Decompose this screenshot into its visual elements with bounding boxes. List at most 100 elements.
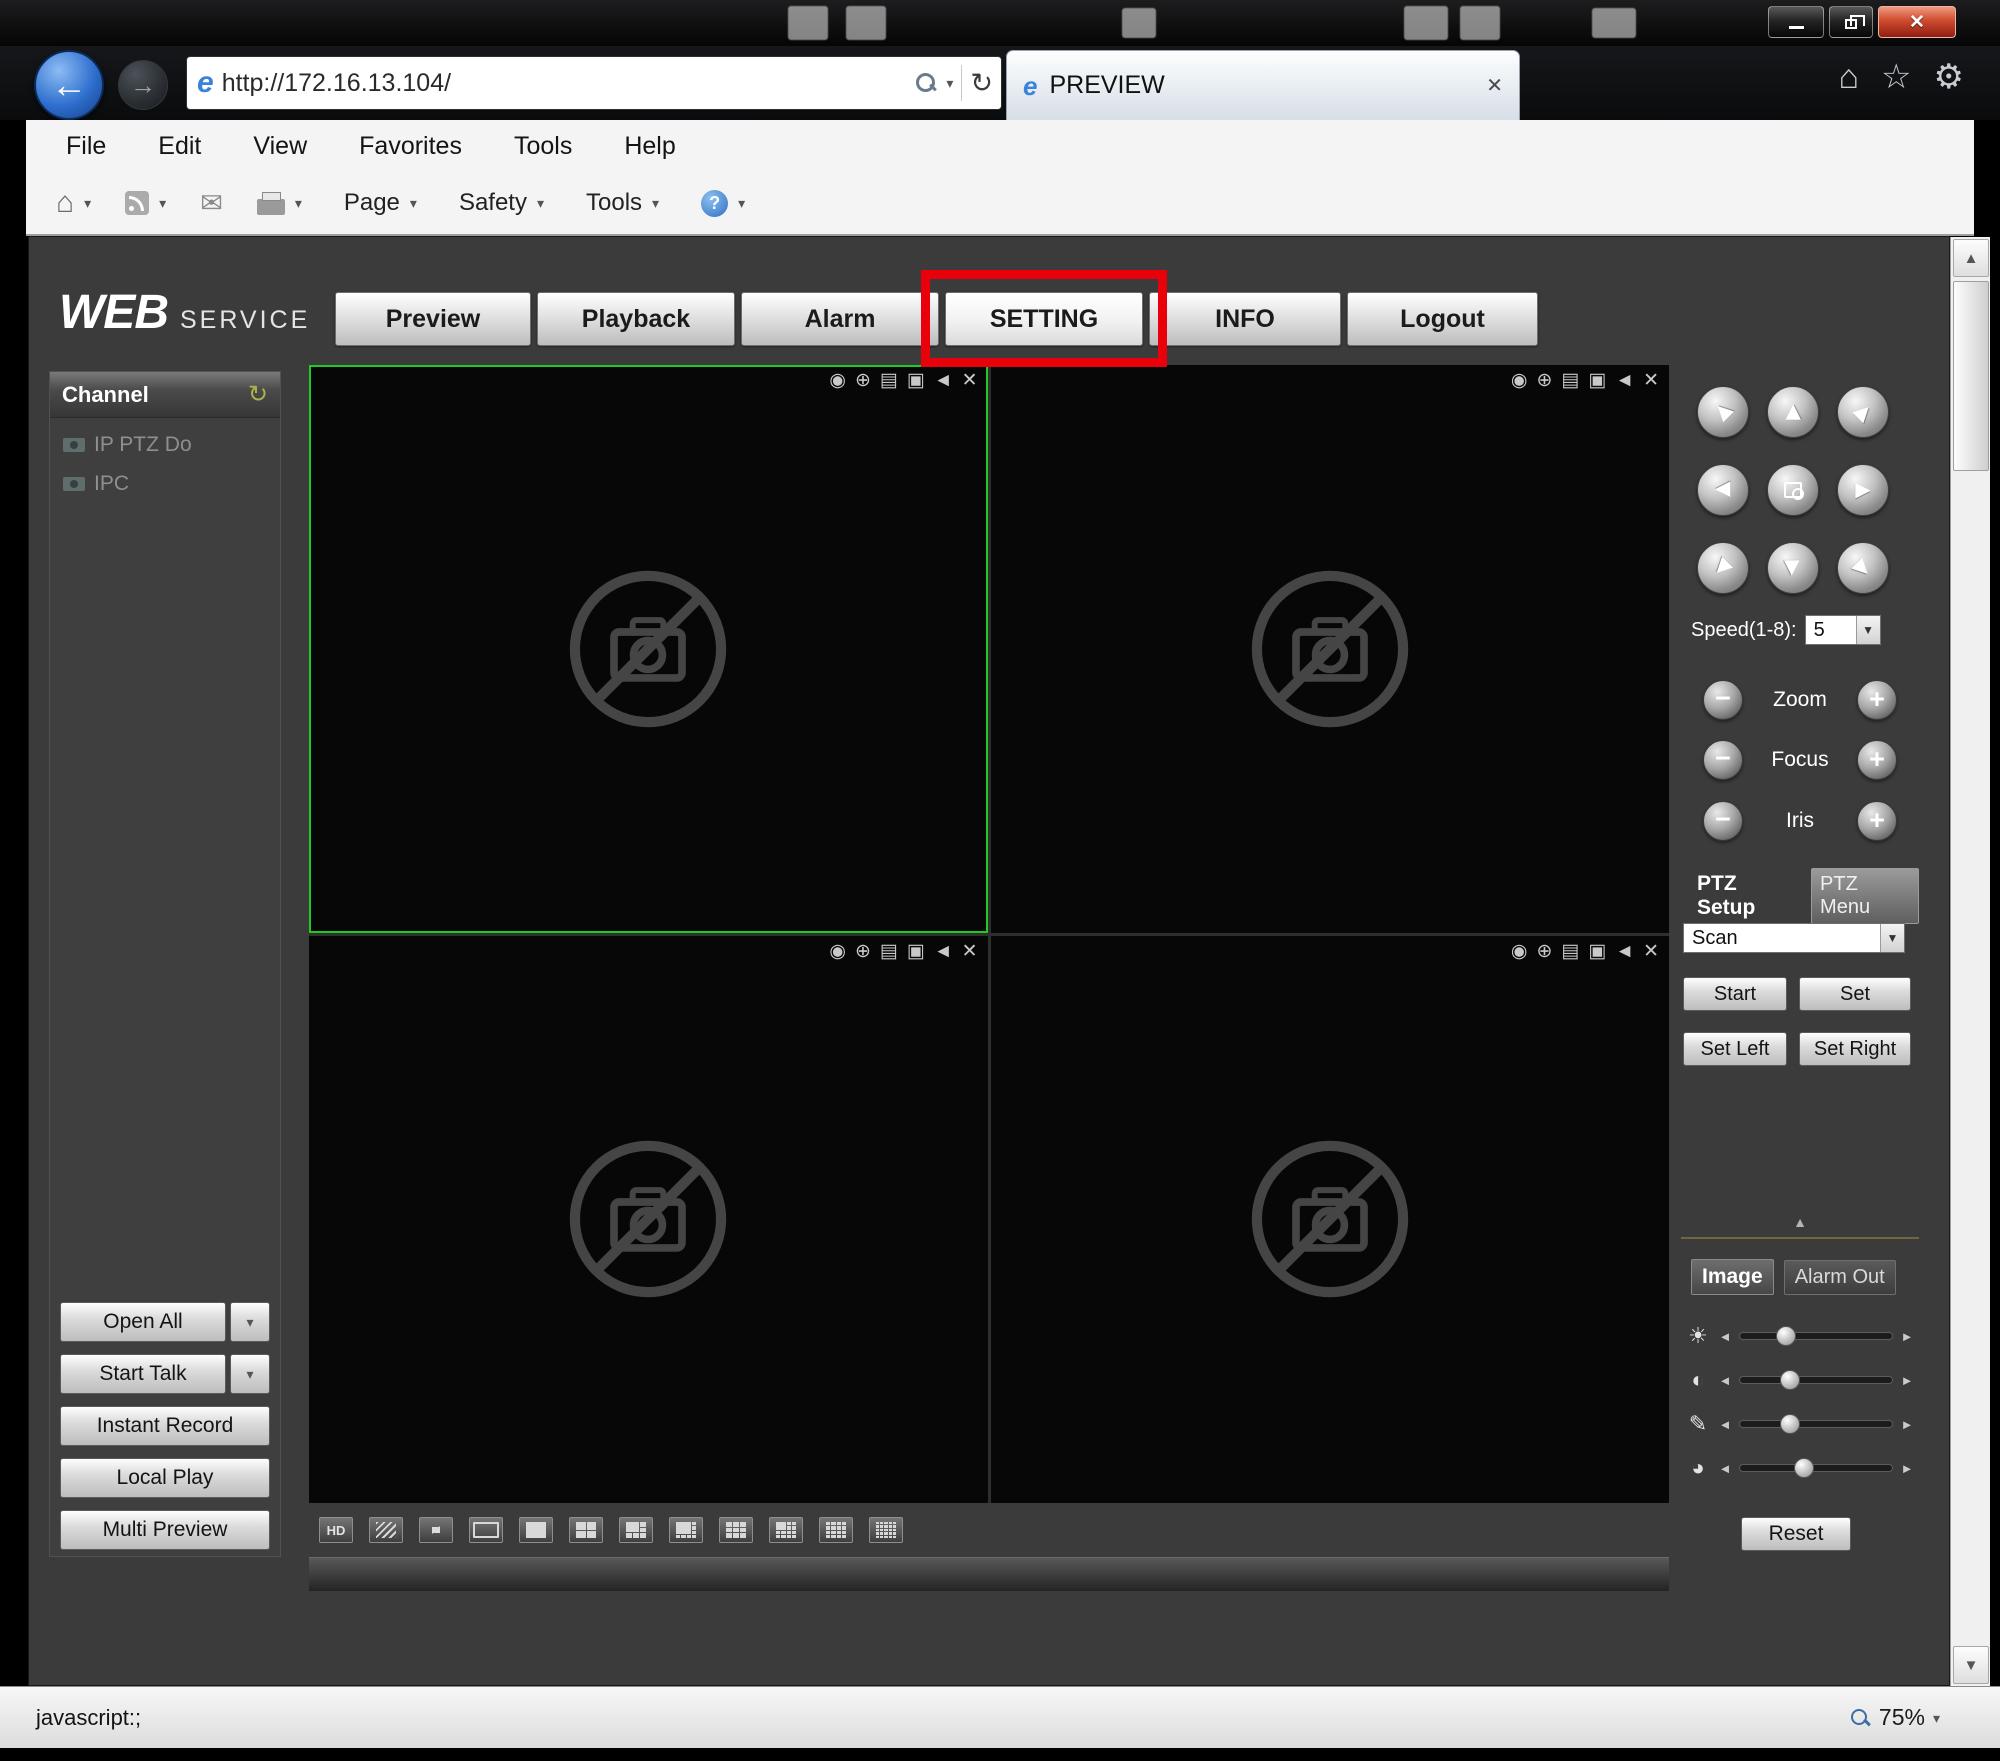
channel-item-ip-ptz[interactable]: IP PTZ Do [50, 433, 280, 457]
help-icon[interactable]: ? [701, 190, 728, 217]
video-cell-4[interactable]: ◉⊕▤▣◄✕ [991, 936, 1670, 1504]
menu-favorites[interactable]: Favorites [333, 132, 488, 161]
slider-thumb[interactable] [1780, 1414, 1800, 1434]
record-icon[interactable]: ▤ [1561, 942, 1579, 961]
ptz-down-right-button[interactable]: ▶ [1837, 542, 1889, 594]
aspect-ratio-button[interactable] [469, 1517, 503, 1543]
safety-dropdown-icon[interactable] [537, 196, 544, 210]
eye-icon[interactable]: ◉ [1511, 371, 1528, 390]
stream-switch-button[interactable] [369, 1517, 403, 1543]
ptz-right-button[interactable]: ▶ [1837, 464, 1889, 516]
window-titlebar[interactable]: ✕ [0, 0, 2000, 46]
increase-icon[interactable] [1899, 1418, 1915, 1431]
minimize-button[interactable] [1768, 6, 1824, 38]
print-icon[interactable] [257, 199, 285, 215]
refresh-channels-icon[interactable]: ↻ [248, 380, 268, 409]
set-button[interactable]: Set [1799, 977, 1911, 1011]
close-window-button[interactable]: ✕ [1878, 6, 1956, 38]
ptz-area-scan-button[interactable] [1767, 464, 1819, 516]
ptz-down-left-button[interactable]: ▶ [1697, 542, 1749, 594]
tab-ptz-setup[interactable]: PTZ Setup [1691, 868, 1803, 924]
ptz-up-right-button[interactable]: ▶ [1837, 386, 1889, 438]
audio-icon[interactable]: ◄ [934, 942, 953, 961]
contrast-slider[interactable] [1739, 1376, 1893, 1384]
start-talk-button[interactable]: Start Talk [60, 1354, 226, 1394]
tab-ptz-menu[interactable]: PTZ Menu [1811, 868, 1919, 924]
forward-button[interactable]: → [118, 60, 168, 110]
video-cell-2[interactable]: ◉⊕▤▣◄✕ [991, 365, 1670, 933]
open-all-button[interactable]: Open All [60, 1302, 226, 1342]
split-13-button[interactable] [769, 1517, 803, 1543]
eye-icon[interactable]: ◉ [829, 942, 846, 961]
digital-zoom-icon[interactable]: ⊕ [855, 371, 871, 390]
ptz-left-button[interactable]: ▶ [1697, 464, 1749, 516]
video-cell-3[interactable]: ◉⊕▤▣◄✕ [309, 936, 988, 1504]
tools-dropdown-icon[interactable] [652, 196, 659, 210]
quality-hd-button[interactable]: HD [319, 1517, 353, 1543]
brightness-slider[interactable] [1739, 1332, 1893, 1340]
iris-minus-button[interactable] [1703, 801, 1743, 841]
page-dropdown-icon[interactable] [410, 196, 417, 210]
scrollbar-thumb[interactable] [1953, 281, 1989, 471]
menu-tools[interactable]: Tools [488, 132, 598, 161]
split-9-button[interactable] [719, 1517, 753, 1543]
tab-playback[interactable]: Playback [537, 292, 735, 346]
multi-preview-button[interactable]: Multi Preview [60, 1510, 270, 1550]
decrease-icon[interactable] [1717, 1418, 1733, 1431]
help-dropdown-icon[interactable] [738, 196, 745, 210]
set-right-button[interactable]: Set Right [1799, 1032, 1911, 1066]
close-icon[interactable]: ✕ [1643, 371, 1659, 390]
tab-setting[interactable]: SETTING [945, 292, 1143, 346]
favorites-icon[interactable]: ☆ [1881, 60, 1911, 94]
increase-icon[interactable] [1899, 1374, 1915, 1387]
digital-zoom-icon[interactable]: ⊕ [1536, 371, 1552, 390]
refresh-icon[interactable]: ↻ [970, 70, 993, 97]
close-icon[interactable]: ✕ [1643, 942, 1659, 961]
tab-alarm[interactable]: Alarm [741, 292, 939, 346]
split-1-button[interactable] [519, 1517, 553, 1543]
snapshot-icon[interactable]: ▣ [907, 371, 925, 390]
zoom-control[interactable]: 75% [1849, 1704, 1940, 1731]
snapshot-icon[interactable]: ▣ [1588, 371, 1606, 390]
split-6-button[interactable] [619, 1517, 653, 1543]
instant-record-button[interactable]: Instant Record [60, 1406, 270, 1446]
tab-alarm-out[interactable]: Alarm Out [1784, 1260, 1896, 1295]
scroll-up-icon[interactable]: ▲ [1953, 239, 1989, 277]
settings-gear-icon[interactable]: ⚙ [1934, 60, 1964, 94]
tab-logout[interactable]: Logout [1347, 292, 1538, 346]
audio-icon[interactable]: ◄ [1615, 942, 1634, 961]
back-button[interactable]: ← [34, 50, 104, 120]
home-icon[interactable]: ⌂ [56, 188, 74, 218]
video-cell-1[interactable]: ◉⊕▤▣◄✕ [309, 365, 988, 933]
url-text[interactable]: http://172.16.13.104/ [222, 69, 907, 98]
ptz-down-button[interactable]: ▶ [1767, 542, 1819, 594]
tools-menu[interactable]: Tools [586, 189, 642, 217]
page-menu[interactable]: Page [344, 189, 400, 217]
zoom-dropdown-icon[interactable] [1933, 1711, 1940, 1725]
focus-plus-button[interactable] [1857, 740, 1897, 780]
start-button[interactable]: Start [1683, 977, 1787, 1011]
start-talk-dropdown-button[interactable] [230, 1354, 270, 1394]
scroll-down-icon[interactable]: ▼ [1953, 1646, 1989, 1684]
split-16-button[interactable] [819, 1517, 853, 1543]
decrease-icon[interactable] [1717, 1374, 1733, 1387]
tab-image[interactable]: Image [1691, 1259, 1774, 1295]
page-scrollbar[interactable]: ▲ ▼ [1950, 237, 1990, 1686]
iris-plus-button[interactable] [1857, 801, 1897, 841]
eye-icon[interactable]: ◉ [1511, 942, 1528, 961]
speed-select[interactable]: 5 [1805, 615, 1881, 645]
safety-menu[interactable]: Safety [459, 189, 527, 217]
address-dropdown-icon[interactable] [946, 76, 953, 90]
home-dropdown-icon[interactable] [84, 196, 91, 210]
audio-icon[interactable]: ◄ [934, 371, 953, 390]
split-25-button[interactable] [869, 1517, 903, 1543]
menu-file[interactable]: File [40, 132, 132, 161]
ptz-up-button[interactable]: ▶ [1767, 386, 1819, 438]
hue-slider[interactable] [1739, 1464, 1893, 1472]
address-bar[interactable]: e http://172.16.13.104/ ↻ [186, 56, 1002, 110]
ptz-function-select[interactable]: Scan [1683, 923, 1905, 953]
menu-help[interactable]: Help [598, 132, 701, 161]
ptz-up-left-button[interactable]: ▶ [1697, 386, 1749, 438]
collapse-panel-icon[interactable]: ▲ [1681, 1215, 1919, 1229]
zoom-in-button[interactable] [1857, 680, 1897, 720]
